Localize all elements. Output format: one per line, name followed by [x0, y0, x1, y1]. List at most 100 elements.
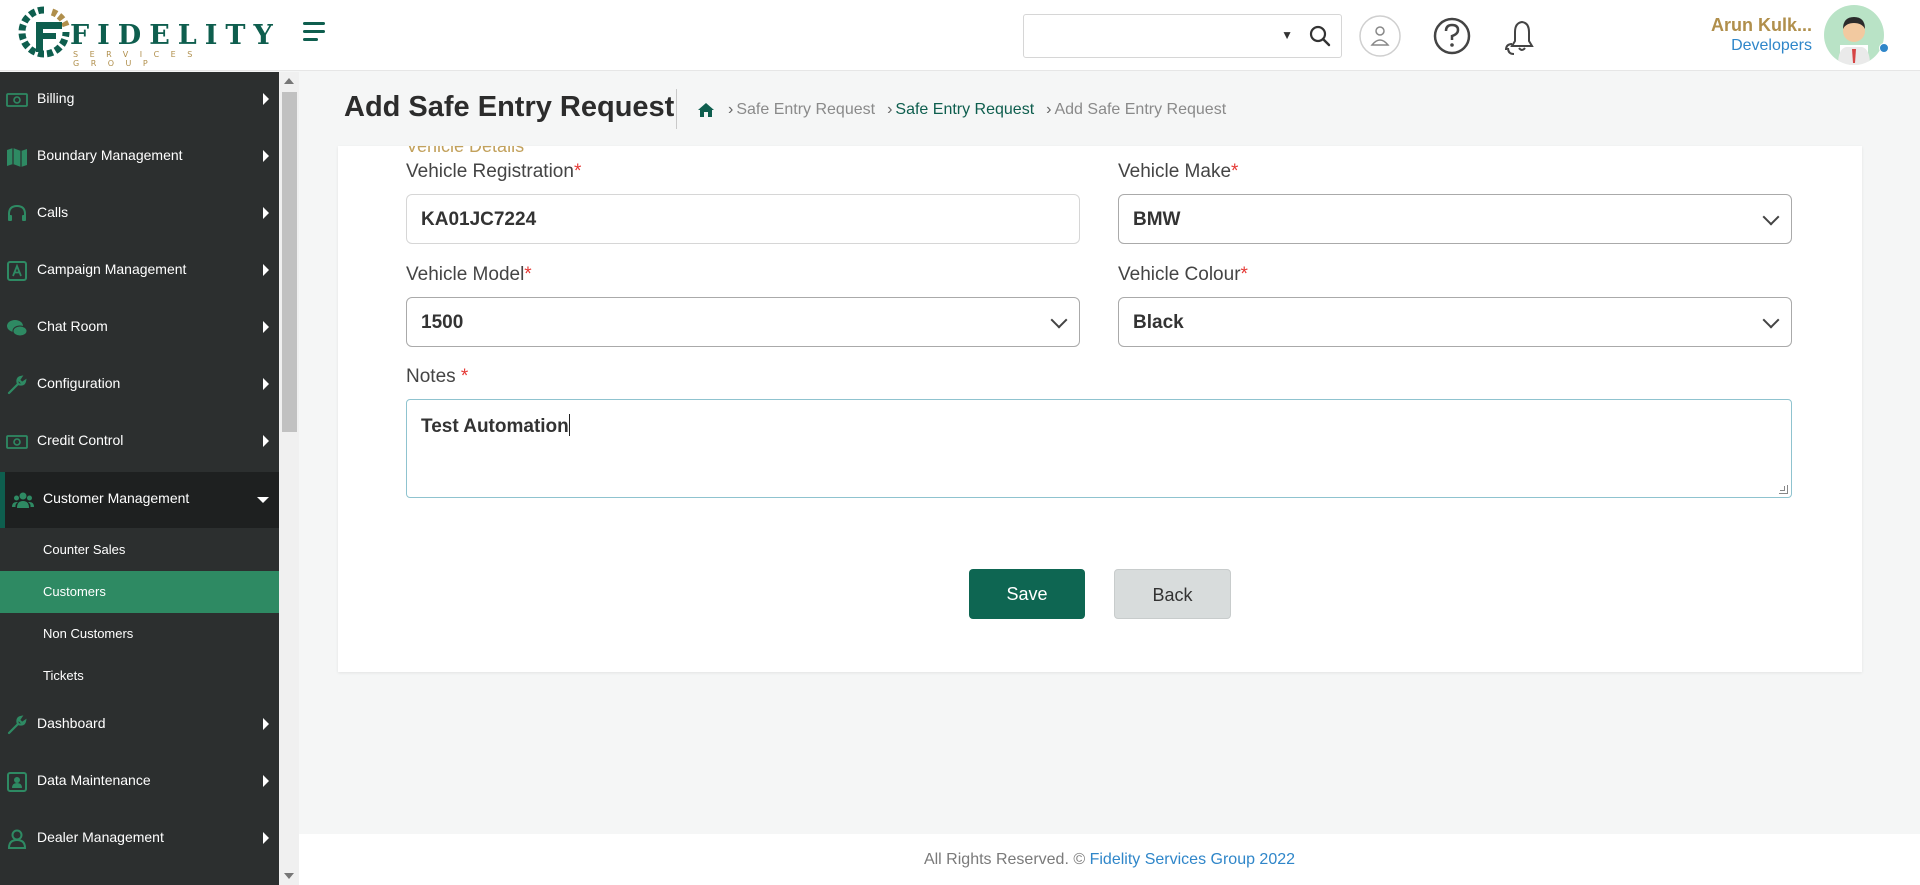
chevron-right-icon: [263, 264, 269, 276]
breadcrumb-current: Add Safe Entry Request: [1054, 101, 1227, 118]
form-card: Vehicle Details Vehicle Registration* KA…: [338, 146, 1862, 672]
notes-label: Notes *: [406, 366, 469, 387]
sidebar-item-label: Data Maintenance: [37, 772, 151, 788]
chevron-right-icon: [263, 775, 269, 787]
vehicle-registration-label: Vehicle Registration*: [406, 161, 582, 182]
help-icon[interactable]: [1430, 14, 1474, 58]
vehicle-make-label: Vehicle Make*: [1118, 161, 1239, 182]
chevron-right-icon: [263, 378, 269, 390]
sidebar-subitem-label: Customers: [43, 584, 106, 599]
sidebar-item-dashboard[interactable]: Dashboard: [0, 697, 279, 753]
footer-company-link[interactable]: Fidelity Services Group 2022: [1090, 851, 1295, 868]
user-name[interactable]: Arun Kulk...: [1711, 15, 1812, 36]
sidebar: Billing Boundary Management Calls Campai…: [0, 72, 279, 885]
sidebar-item-boundary-management[interactable]: Boundary Management: [0, 129, 279, 185]
chevron-down-icon: [257, 497, 269, 503]
sidebar-subitem-counter-sales[interactable]: Counter Sales: [0, 529, 279, 571]
vehicle-colour-label: Vehicle Colour*: [1118, 264, 1248, 285]
top-header: FIDELITY SERVICES GROUP ▼ Arun Kulk... D…: [0, 0, 1920, 71]
sidebar-item-label: Configuration: [37, 375, 121, 391]
money-icon: [6, 93, 28, 107]
sidebar-subitem-label: Tickets: [43, 668, 84, 683]
breadcrumb-item[interactable]: Safe Entry Request: [895, 101, 1034, 119]
chevron-right-icon: [263, 321, 269, 333]
vehicle-model-select[interactable]: 1500: [406, 297, 1080, 347]
sidebar-item-credit-control[interactable]: Credit Control: [0, 414, 279, 470]
sidebar-scrollbar[interactable]: [279, 72, 299, 885]
logo-emblem-icon: [18, 6, 70, 58]
notification-bell-icon[interactable]: [1500, 14, 1544, 58]
sidebar-subitem-tickets[interactable]: Tickets: [0, 655, 279, 697]
sidebar-item-label: Credit Control: [37, 432, 124, 448]
chevron-right-icon: [263, 207, 269, 219]
money-icon: [6, 435, 28, 449]
vehicle-make-select[interactable]: BMW: [1118, 194, 1792, 244]
profile-admin-icon[interactable]: [1358, 14, 1402, 58]
chat-icon: [7, 320, 28, 337]
vehicle-colour-select[interactable]: Black: [1118, 297, 1792, 347]
sidebar-subitem-customers[interactable]: Customers: [0, 571, 279, 613]
resize-handle-icon[interactable]: [1779, 485, 1788, 494]
breadcrumb: › Safe Entry Request › Safe Entry Request …: [697, 101, 1226, 119]
sidebar-item-label: Campaign Management: [37, 261, 187, 277]
page-title: Add Safe Entry Request: [344, 91, 675, 123]
sidebar-subitem-non-customers[interactable]: Non Customers: [0, 613, 279, 655]
users-icon: [12, 492, 34, 508]
chevron-down-icon: [1762, 208, 1780, 226]
chevron-right-icon: [263, 93, 269, 105]
search-input[interactable]: ▼: [1023, 14, 1342, 58]
scrollbar-thumb[interactable]: [282, 92, 297, 432]
section-title: Vehicle Details: [406, 146, 525, 156]
avatar[interactable]: [1824, 5, 1884, 65]
chevron-right-icon: [263, 435, 269, 447]
sidebar-item-customer-management[interactable]: Customer Management: [0, 472, 279, 528]
map-icon: [7, 148, 27, 167]
sidebar-item-label: Dashboard: [37, 715, 106, 731]
vehicle-model-label: Vehicle Model*: [406, 264, 532, 285]
sidebar-item-calls[interactable]: Calls: [0, 186, 279, 242]
home-icon[interactable]: [697, 102, 715, 118]
sidebar-subitem-label: Non Customers: [43, 626, 134, 641]
chevron-right-icon: [263, 150, 269, 162]
wrench-icon: [7, 715, 27, 735]
user-icon: [7, 829, 27, 849]
chevron-right-icon: [263, 718, 269, 730]
sidebar-item-label: Billing: [37, 90, 75, 106]
campaign-icon: [7, 261, 27, 281]
logo-text: FIDELITY: [70, 20, 281, 51]
search-icon[interactable]: [1309, 25, 1331, 47]
back-button[interactable]: Back: [1114, 569, 1231, 619]
scroll-up-icon[interactable]: [284, 78, 294, 84]
headset-icon: [8, 204, 26, 221]
breadcrumb-item[interactable]: Safe Entry Request: [736, 101, 875, 119]
wrench-icon: [7, 375, 27, 395]
save-button[interactable]: Save: [969, 569, 1085, 619]
sidebar-item-chat-room[interactable]: Chat Room: [0, 300, 279, 356]
user-role: Developers: [1731, 37, 1812, 54]
dropdown-caret-icon[interactable]: ▼: [1281, 28, 1293, 42]
menu-toggle-icon[interactable]: [303, 22, 327, 46]
sidebar-item-billing[interactable]: Billing: [0, 72, 279, 128]
online-status-indicator: [1879, 43, 1889, 53]
scroll-down-icon[interactable]: [284, 873, 294, 879]
vehicle-registration-field[interactable]: KA01JC7224: [406, 194, 1080, 244]
sidebar-item-label: Chat Room: [37, 318, 108, 334]
sidebar-item-label: Calls: [37, 204, 69, 220]
sidebar-item-campaign-management[interactable]: Campaign Management: [0, 243, 279, 299]
chevron-down-icon: [1762, 311, 1780, 329]
footer: All Rights Reserved. © Fidelity Services…: [299, 834, 1920, 885]
id-card-icon: [7, 772, 27, 792]
logo-subtext: SERVICES GROUP: [73, 50, 204, 68]
sidebar-subitem-label: Counter Sales: [43, 542, 126, 557]
sidebar-item-configuration[interactable]: Configuration: [0, 357, 279, 413]
sidebar-item-label: Customer Management: [43, 490, 190, 506]
sidebar-item-dealer-management[interactable]: Dealer Management: [0, 811, 279, 867]
notes-textarea[interactable]: Test Automation: [406, 399, 1792, 498]
sidebar-item-label: Boundary Management: [37, 147, 183, 163]
chevron-right-icon: [263, 832, 269, 844]
sidebar-item-data-maintenance[interactable]: Data Maintenance: [0, 754, 279, 810]
chevron-down-icon: [1050, 311, 1068, 329]
footer-text: All Rights Reserved. ©: [923, 851, 1086, 868]
company-logo[interactable]: FIDELITY SERVICES GROUP: [18, 6, 273, 68]
sidebar-item-label: Dealer Management: [37, 829, 164, 845]
